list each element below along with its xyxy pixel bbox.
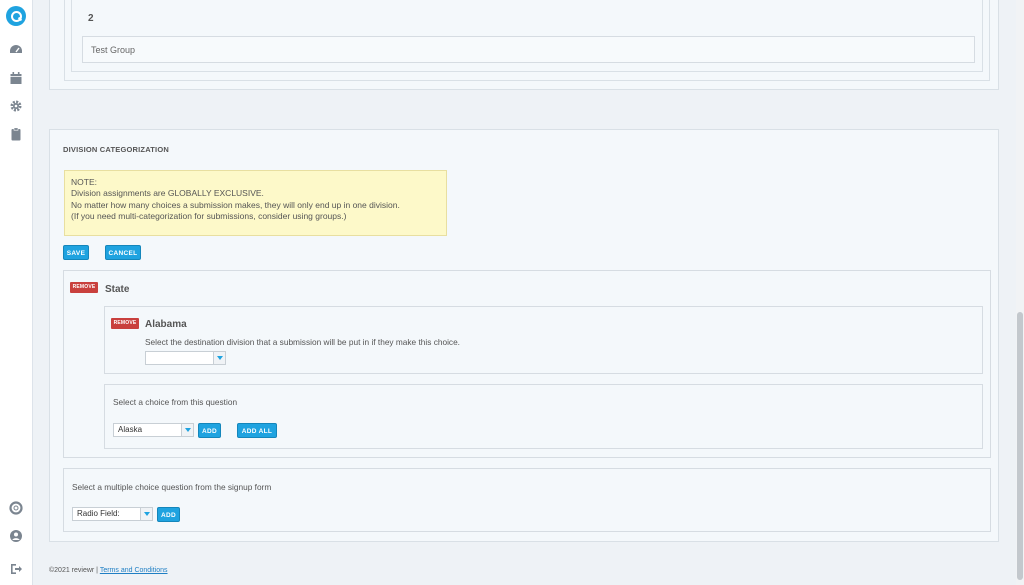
clipboard-icon[interactable]	[9, 127, 23, 141]
choice-instruction: Select the destination division that a s…	[145, 337, 460, 347]
choice-select[interactable]: Alaska	[113, 423, 194, 437]
destination-division-select[interactable]	[145, 351, 226, 365]
cancel-button[interactable]: CANCEL	[105, 245, 141, 260]
select-value: Alaska	[118, 425, 143, 434]
scrollbar-thumb[interactable]	[1017, 312, 1023, 580]
sidebar	[0, 0, 33, 585]
group-number: 2	[88, 13, 94, 24]
logout-icon[interactable]	[9, 562, 23, 576]
group-name-value: Test Group	[91, 45, 136, 55]
add-choice-panel: Select a choice from this question Alask…	[104, 384, 983, 449]
note-line: NOTE:	[71, 177, 97, 187]
chevron-down-icon	[181, 424, 193, 436]
note-line: No matter how many choices a submission …	[71, 199, 400, 210]
division-categorization-card: DIVISION CATEGORIZATION NOTE: Division a…	[49, 129, 999, 542]
save-button[interactable]: SAVE	[63, 245, 89, 260]
dashboard-gauge-icon[interactable]	[9, 43, 23, 57]
reviewr-logo-icon[interactable]	[6, 6, 26, 26]
remove-choice-button[interactable]: REMOVE	[111, 318, 139, 329]
question-panel: REMOVE State REMOVE Alabama Select the d…	[63, 270, 991, 458]
footer: ©2021 reviewr | Terms and Conditions	[49, 567, 168, 574]
remove-question-button[interactable]: REMOVE	[70, 282, 98, 293]
choice-title: Alabama	[145, 319, 187, 330]
group-card: 2 Test Group	[49, 0, 999, 90]
add-question-prompt: Select a multiple choice question from t…	[72, 482, 272, 492]
calendar-icon[interactable]	[9, 71, 23, 85]
choice-panel: REMOVE Alabama Select the destination di…	[104, 306, 983, 374]
exclusivity-note: NOTE: Division assignments are GLOBALLY …	[64, 170, 447, 236]
add-choice-prompt: Select a choice from this question	[113, 397, 238, 407]
chevron-down-icon	[213, 352, 225, 364]
add-question-panel: Select a multiple choice question from t…	[63, 468, 991, 532]
terms-link[interactable]: Terms and Conditions	[100, 567, 168, 574]
section-title: DIVISION CATEGORIZATION	[63, 145, 169, 154]
question-title: State	[105, 284, 130, 295]
chevron-down-icon	[140, 508, 152, 520]
add-all-choices-button[interactable]: ADD ALL	[237, 423, 277, 438]
note-line: (If you need multi-categorization for su…	[71, 210, 347, 221]
add-choice-button[interactable]: ADD	[198, 423, 221, 438]
group-name-field[interactable]: Test Group	[82, 36, 975, 63]
group-item: 2 Test Group	[71, 0, 983, 72]
question-select[interactable]: Radio Field:	[72, 507, 153, 521]
add-question-button[interactable]: ADD	[157, 507, 180, 522]
group-card-inner: 2 Test Group	[64, 0, 990, 81]
help-lifebuoy-icon[interactable]	[9, 501, 23, 515]
select-value: Radio Field:	[77, 509, 120, 518]
user-profile-icon[interactable]	[9, 529, 23, 543]
scrollbar[interactable]	[1016, 0, 1024, 585]
note-line: Division assignments are GLOBALLY EXCLUS…	[71, 188, 264, 199]
gear-icon[interactable]	[9, 99, 23, 113]
copyright-text: ©2021 reviewr |	[49, 567, 98, 574]
